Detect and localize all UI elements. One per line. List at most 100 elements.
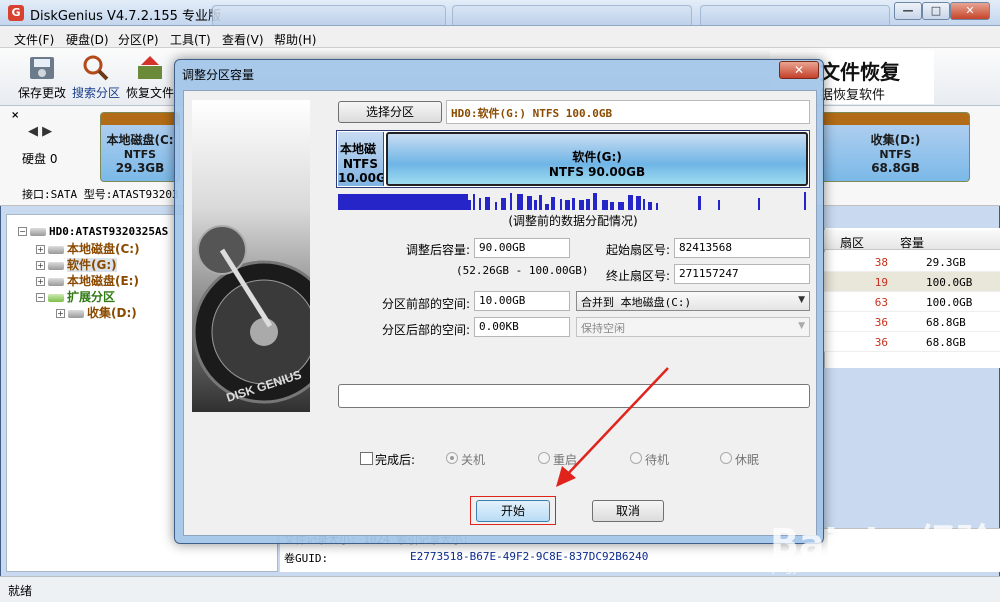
end-sector-label: 终止扇区号:: [605, 269, 670, 283]
distribution-stripe: [534, 200, 537, 210]
capacity-cell: 100.0GB: [926, 296, 973, 309]
partition-bar-d[interactable]: 收集(D:) NTFS 68.8GB: [822, 112, 970, 182]
distribution-stripe: [643, 199, 645, 210]
space-after-dropdown[interactable]: 保持空闲 ▼: [576, 317, 810, 337]
table-row[interactable]: 19 100.0GB: [824, 272, 1000, 292]
cancel-button[interactable]: 取消: [592, 500, 664, 522]
expand-icon[interactable]: +: [36, 261, 45, 270]
sector-cell: 38: [874, 256, 888, 269]
menu-view[interactable]: 查看(V): [222, 31, 264, 48]
save-changes-label: 保存更改: [17, 86, 66, 100]
space-before-dropdown[interactable]: 合并到 本地磁盘(C:) ▼: [576, 291, 810, 311]
tree-item-g[interactable]: + 软件(G:): [36, 256, 117, 272]
distribution-stripe: [718, 200, 720, 210]
tree-item-c[interactable]: + 本地磁盘(C:): [36, 240, 140, 256]
close-button[interactable]: ✕: [950, 2, 990, 20]
minimize-button[interactable]: —: [894, 2, 922, 20]
after-completion-checkbox[interactable]: [360, 452, 373, 465]
distribution-stripe: [758, 198, 760, 210]
recover-files-button[interactable]: 恢复文件: [122, 52, 178, 104]
col-capacity[interactable]: 容量: [900, 234, 924, 251]
hard-disk-image: DISK GENIUS: [192, 100, 310, 412]
radio-shutdown[interactable]: [446, 452, 458, 464]
tree-item-label: 收集(D:): [87, 306, 137, 320]
tree-item-d[interactable]: + 收集(D:): [56, 304, 137, 320]
space-before-input[interactable]: 10.00GB: [474, 291, 570, 311]
start-sector-label: 起始扇区号:: [605, 243, 670, 257]
capacity-cell: 68.8GB: [926, 316, 966, 329]
new-size-label: 调整后容量:: [405, 243, 470, 257]
space-after-label: 分区后部的空间:: [381, 323, 470, 337]
menu-disk[interactable]: 硬盘(D): [66, 31, 109, 48]
maximize-button[interactable]: □: [922, 2, 950, 20]
distribution-caption: (调整前的数据分配情况): [508, 214, 638, 228]
distribution-stripe: [517, 194, 523, 210]
distribution-stripe: [338, 194, 468, 210]
menu-help[interactable]: 帮助(H): [274, 31, 316, 48]
space-after-option: 保持空闲: [581, 322, 625, 335]
distribution-stripe: [545, 204, 549, 210]
menu-partition[interactable]: 分区(P): [118, 31, 159, 48]
partition-icon: [48, 261, 64, 270]
close-icon[interactable]: ×: [11, 110, 19, 121]
sector-cell: 36: [874, 336, 888, 349]
table-row[interactable]: 36 68.8GB: [824, 312, 1000, 332]
partition-icon: [48, 293, 64, 302]
map-segment-partition[interactable]: 软件(G:) NTFS 90.00GB: [386, 132, 808, 186]
sector-cell: 36: [874, 316, 888, 329]
distribution-stripe: [572, 198, 575, 210]
distribution-stripe: [593, 193, 597, 210]
tree-disk-node[interactable]: − HD0:ATAST9320325AS: [18, 224, 168, 240]
partition-fs: NTFS: [123, 148, 157, 161]
menu-tools[interactable]: 工具(T): [170, 31, 211, 48]
distribution-stripe: [479, 198, 481, 210]
tree-item-extended[interactable]: − 扩展分区: [36, 288, 115, 304]
distribution-stripe: [551, 197, 555, 210]
map-segment-before[interactable]: 本地磁 NTFS 10.00GB: [338, 132, 384, 186]
col-sector[interactable]: 扇区: [840, 234, 864, 251]
menu-file[interactable]: 文件(F): [14, 31, 54, 48]
radio-hibernate[interactable]: [720, 452, 732, 464]
distribution-stripe: [610, 202, 614, 210]
map-main-fs-size: NTFS 90.00GB: [548, 165, 646, 179]
new-size-input[interactable]: 90.00GB: [474, 238, 570, 258]
data-distribution-map: [338, 192, 806, 210]
partition-icon: [48, 277, 64, 286]
distribution-stripe: [560, 199, 562, 210]
collapse-icon[interactable]: −: [36, 293, 45, 302]
dialog-close-button[interactable]: ✕: [779, 61, 819, 79]
hard-disk-icon: [30, 227, 46, 236]
capacity-cell: 68.8GB: [926, 336, 966, 349]
search-partition-button[interactable]: 搜索分区: [68, 52, 124, 104]
capacity-cell: 29.3GB: [926, 256, 966, 269]
space-before-option: 合并到 本地磁盘(C:): [581, 296, 692, 309]
background-tab: [452, 5, 692, 25]
distribution-stripe: [468, 200, 471, 210]
table-row[interactable]: 38 29.3GB: [824, 252, 1000, 272]
start-sector-field[interactable]: 82413568: [674, 238, 810, 258]
table-row[interactable]: 63 100.0GB: [824, 292, 1000, 312]
save-changes-button[interactable]: 保存更改: [14, 52, 70, 104]
partition-bar-c[interactable]: 本地磁盘(C: NTFS 29.3GB: [100, 112, 180, 182]
status-text: 就绪: [8, 584, 33, 598]
guid-value: E2773518-B67E-49F2-9C8E-837DC92B6240: [410, 550, 649, 563]
expand-icon[interactable]: +: [36, 245, 45, 254]
tree-item-label: 本地磁盘(E:): [67, 274, 139, 288]
app-logo-icon: G: [8, 5, 24, 21]
tree-item-e[interactable]: + 本地磁盘(E:): [36, 272, 139, 288]
expand-icon[interactable]: +: [36, 277, 45, 286]
end-sector-field[interactable]: 271157247: [674, 264, 810, 284]
collapse-icon[interactable]: −: [18, 227, 27, 236]
select-partition-button[interactable]: 选择分区: [338, 101, 442, 123]
tree-item-label: 软件(G:): [67, 258, 117, 272]
space-after-input[interactable]: 0.00KB: [474, 317, 570, 337]
window-title: DiskGenius V4.7.2.155 专业版: [30, 9, 222, 24]
start-button[interactable]: 开始: [476, 500, 550, 522]
disk-nav-arrows[interactable]: ◀ ▶: [28, 124, 52, 139]
radio-hibernate-label: 休眠: [735, 453, 760, 467]
recover-files-label: 恢复文件: [125, 86, 174, 100]
distribution-stripe: [602, 200, 608, 210]
expand-icon[interactable]: +: [56, 309, 65, 318]
capacity-cell: 100.0GB: [926, 276, 973, 289]
table-row[interactable]: 36 68.8GB: [824, 332, 1000, 352]
